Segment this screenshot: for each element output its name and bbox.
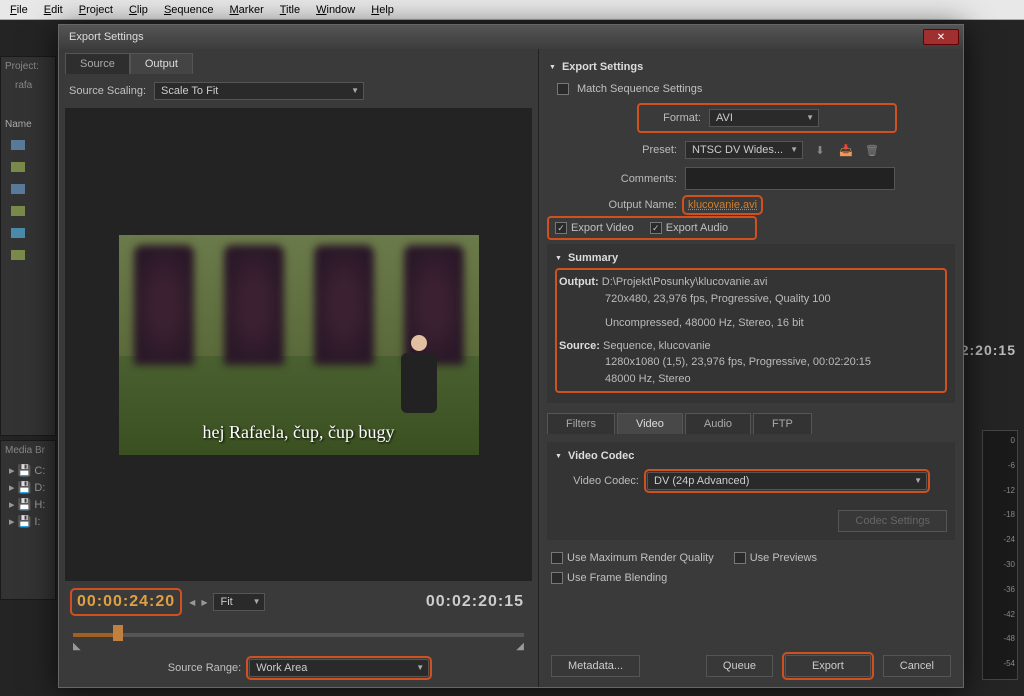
comments-label: Comments:: [547, 173, 677, 185]
export-audio-label: Export Audio: [666, 222, 728, 234]
match-sequence-checkbox[interactable]: [557, 83, 569, 95]
chevron-down-icon: ▼: [914, 476, 922, 485]
video-codec-select[interactable]: DV (24p Advanced)▼: [647, 472, 927, 490]
video-codec-header: Video Codec: [568, 450, 634, 462]
source-scaling-label: Source Scaling:: [69, 85, 146, 97]
tab-output[interactable]: Output: [130, 53, 193, 74]
queue-button[interactable]: Queue: [706, 655, 773, 677]
subtab-filters[interactable]: Filters: [547, 413, 615, 434]
media-browser-label: Media Br: [1, 441, 55, 460]
codec-settings-button: Codec Settings: [838, 510, 947, 532]
subtab-ftp[interactable]: FTP: [753, 413, 812, 434]
source-range-label: Source Range:: [168, 662, 241, 674]
format-label: Format:: [645, 112, 701, 124]
use-previews-label: Use Previews: [750, 552, 817, 564]
program-monitor-timecode: 2:20:15: [961, 342, 1016, 358]
zoom-select[interactable]: Fit▼: [213, 593, 265, 611]
step-fwd-icon[interactable]: ▶: [201, 598, 207, 607]
use-frame-blending-label: Use Frame Blending: [567, 572, 667, 584]
export-settings-header: Export Settings: [562, 61, 643, 73]
bin-icon[interactable]: [11, 228, 25, 238]
source-scaling-select[interactable]: Scale To Fit▼: [154, 82, 364, 100]
chevron-down-icon: ▼: [351, 86, 359, 95]
video-codec-label: Video Codec:: [555, 475, 639, 487]
match-sequence-label: Match Sequence Settings: [577, 83, 702, 95]
playhead[interactable]: [113, 625, 123, 641]
menu-window[interactable]: Window: [310, 2, 361, 17]
output-name-link[interactable]: klucovanie.avi: [685, 198, 760, 212]
comments-input[interactable]: [685, 167, 895, 190]
max-render-quality-label: Use Maximum Render Quality: [567, 552, 714, 564]
step-back-icon[interactable]: ◀: [189, 598, 195, 607]
menu-file[interactable]: File: [4, 2, 34, 17]
dialog-titlebar[interactable]: Export Settings ✕: [59, 25, 963, 49]
triangle-down-icon[interactable]: ▼: [555, 255, 562, 262]
preview-caption: hej Rafaela, čup, čup bugy: [203, 422, 395, 443]
menu-help[interactable]: Help: [365, 2, 400, 17]
subtab-audio[interactable]: Audio: [685, 413, 751, 434]
menu-clip[interactable]: Clip: [123, 2, 154, 17]
out-timecode: 00:02:20:15: [426, 593, 524, 611]
save-preset-icon[interactable]: ⬇: [811, 141, 829, 159]
preview-pane: Source Output Source Scaling: Scale To F…: [59, 49, 539, 687]
summary-content: Output: D:\Projekt\Posunky\klucovanie.av…: [555, 268, 947, 393]
menu-project[interactable]: Project: [73, 2, 119, 17]
export-audio-checkbox[interactable]: ✓: [650, 222, 662, 234]
dialog-title: Export Settings: [63, 31, 923, 43]
bin-icon[interactable]: [11, 162, 25, 172]
settings-pane: ▼ Export Settings Match Sequence Settings…: [539, 49, 963, 687]
max-render-quality-checkbox[interactable]: [551, 552, 563, 564]
audio-meter: 0 -6 -12 -18 -24 -30 -36 -42 -48 -54: [982, 430, 1018, 680]
format-select[interactable]: AVI▼: [709, 109, 819, 127]
export-video-label: Export Video: [571, 222, 634, 234]
chevron-down-icon: ▼: [806, 113, 814, 122]
use-frame-blending-checkbox[interactable]: [551, 572, 563, 584]
bin-icon[interactable]: [11, 250, 25, 260]
project-panel-label: Project:: [1, 57, 55, 76]
drive-item[interactable]: ▸ 💾 I:: [9, 515, 47, 528]
bin-icon[interactable]: [11, 206, 25, 216]
close-icon: ✕: [937, 32, 945, 43]
export-button[interactable]: Export: [785, 655, 871, 677]
triangle-down-icon[interactable]: ▼: [555, 453, 562, 460]
metadata-button[interactable]: Metadata...: [551, 655, 640, 677]
output-name-label: Output Name:: [547, 199, 677, 211]
export-video-checkbox[interactable]: ✓: [555, 222, 567, 234]
use-previews-checkbox[interactable]: [734, 552, 746, 564]
chevron-down-icon: ▼: [253, 597, 261, 606]
timeline[interactable]: ◣ ◢: [73, 623, 524, 649]
cancel-button[interactable]: Cancel: [883, 655, 951, 677]
menu-sequence[interactable]: Sequence: [158, 2, 220, 17]
preset-label: Preset:: [547, 144, 677, 156]
summary-header: Summary: [568, 252, 618, 264]
tab-source[interactable]: Source: [65, 53, 130, 74]
chevron-down-icon: ▼: [790, 145, 798, 154]
subtab-video[interactable]: Video: [617, 413, 683, 434]
export-settings-dialog: Export Settings ✕ Source Output Source S…: [58, 24, 964, 688]
import-preset-icon[interactable]: 📥: [837, 141, 855, 159]
app-menubar: File Edit Project Clip Sequence Marker T…: [0, 0, 1024, 20]
menu-marker[interactable]: Marker: [224, 2, 270, 17]
drive-item[interactable]: ▸ 💾 D:: [9, 481, 47, 494]
preset-select[interactable]: NTSC DV Wides...▼: [685, 141, 803, 159]
source-range-select[interactable]: Work Area▼: [249, 659, 429, 677]
project-item[interactable]: rafa: [1, 76, 55, 95]
delete-preset-icon[interactable]: 🗑: [863, 141, 881, 159]
preview-image: hej Rafaela, čup, čup bugy: [119, 235, 479, 455]
close-button[interactable]: ✕: [923, 29, 959, 45]
chevron-down-icon: ▼: [416, 663, 424, 672]
bin-icon[interactable]: [11, 140, 25, 150]
triangle-down-icon[interactable]: ▼: [549, 64, 556, 71]
drive-item[interactable]: ▸ 💾 H:: [9, 498, 47, 511]
menu-edit[interactable]: Edit: [38, 2, 69, 17]
in-timecode[interactable]: 00:00:24:20: [73, 591, 179, 613]
in-mark-icon[interactable]: ◣: [73, 641, 81, 652]
drive-item[interactable]: ▸ 💾 C:: [9, 464, 47, 477]
bin-icon[interactable]: [11, 184, 25, 194]
out-mark-icon[interactable]: ◢: [516, 641, 524, 652]
menu-title[interactable]: Title: [274, 2, 306, 17]
column-name: Name: [1, 115, 55, 134]
